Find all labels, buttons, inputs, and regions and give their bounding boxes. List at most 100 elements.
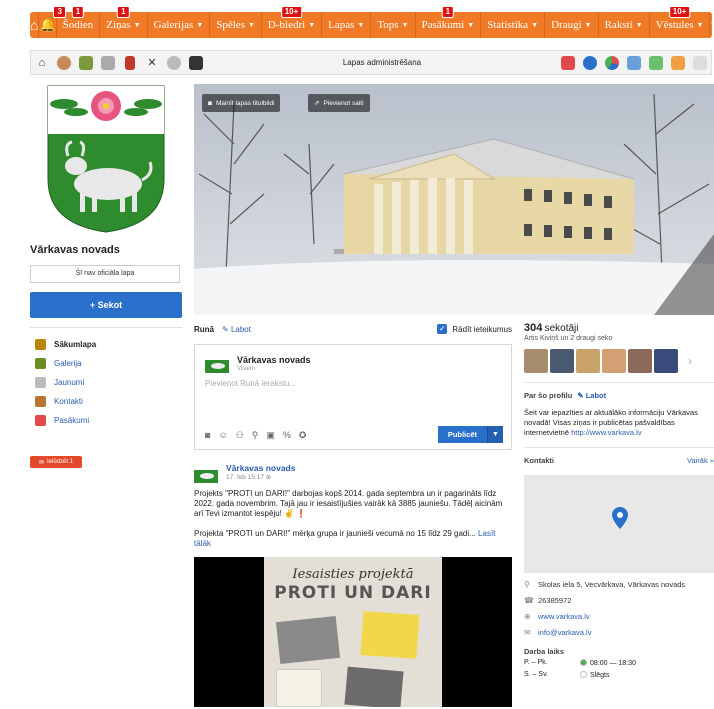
follower-avatar[interactable] <box>628 349 652 373</box>
notifications-bell-icon[interactable]: 🔔 3 <box>39 6 66 38</box>
post-author-name[interactable]: Vārkavas novads <box>226 463 295 473</box>
follower-avatar[interactable] <box>576 349 600 373</box>
poster-photo <box>275 615 341 665</box>
composer-audience[interactable]: Visiem <box>237 366 311 372</box>
post-paragraph-2: Projekta "PROTI un DARI!" mērķa grupa ir… <box>194 529 512 549</box>
post-author-avatar[interactable] <box>194 463 218 483</box>
nav-badge: 1 <box>71 6 85 18</box>
search-icon[interactable]: ⚲ <box>710 12 714 38</box>
nav-item[interactable]: Raksti ▼ <box>599 12 650 38</box>
nav-item[interactable]: Galerijas ▼ <box>148 12 211 38</box>
hours-row: P. – Pk. 08:00 — 18:30 <box>524 659 714 668</box>
nav-item[interactable]: Spēles ▼ <box>210 12 262 38</box>
publish-button[interactable]: Publicēt <box>437 426 487 443</box>
nav-item[interactable]: Statistika ▼ <box>481 12 546 38</box>
post-image[interactable]: Iesaisties projektā PROTI UN DARI <box>194 557 512 707</box>
change-cover-button[interactable]: ◙ Mainīt lapas titulbildi <box>202 94 281 112</box>
poster-note <box>360 611 420 659</box>
side-nav-item[interactable]: Sākumlapa <box>30 335 182 354</box>
image-tool-icon[interactable] <box>623 52 645 74</box>
follower-avatars: › <box>524 349 714 373</box>
runa-edit-link[interactable]: ✎ Labot <box>222 325 251 334</box>
settings-tool-icon[interactable] <box>163 52 185 74</box>
side-nav-item[interactable]: Galerija <box>30 354 182 373</box>
poster-note-2 <box>276 669 322 707</box>
website-row[interactable]: ⊕ www.varkava.lv <box>524 612 714 621</box>
mail-icon: ✉ <box>524 628 531 637</box>
publish-dropdown-icon[interactable]: ▼ <box>487 426 503 443</box>
publish-control: Publicēt ▼ <box>437 426 503 443</box>
nav-item[interactable]: Pasākumi ▼ 1 <box>416 6 482 38</box>
follower-avatar[interactable] <box>654 349 678 373</box>
nav-item[interactable]: Vēstules ▼ 10+ <box>650 6 711 38</box>
about-title: Par šo profilu <box>524 391 573 400</box>
follower-avatar[interactable] <box>524 349 548 373</box>
hours-value: 08:00 — 18:30 <box>580 659 636 668</box>
poster-line-1: Iesaisties projektā <box>292 567 414 582</box>
nav-item[interactable]: D-biedri ▼ 10+ <box>262 6 323 38</box>
news-tool-icon[interactable] <box>97 52 119 74</box>
contacts-more-link[interactable]: Vairāk » <box>687 456 714 465</box>
nav-item[interactable]: Ziņas ▼ 1 <box>100 6 148 38</box>
follower-avatar[interactable] <box>602 349 626 373</box>
chevron-down-icon: ▼ <box>308 21 316 29</box>
camera-icon[interactable]: ◙ <box>205 430 210 441</box>
link-icon[interactable]: % <box>283 430 291 441</box>
about-edit-link[interactable]: ✎ Labot <box>577 391 606 400</box>
globe-icon: ⊕ <box>265 474 272 481</box>
side-nav-icon <box>35 339 46 350</box>
composer-input[interactable]: Pievienot Runā ierakstu... <box>205 379 501 388</box>
follower-avatar[interactable] <box>550 349 574 373</box>
chevron-down-icon: ▼ <box>133 21 141 29</box>
feed-column: Runā ✎ Labot ✓ Rādīt ieteikumus Vārkavas … <box>194 322 512 707</box>
nav-item[interactable]: Lapas ▼ <box>322 12 372 38</box>
tools-icon[interactable]: ✕ <box>141 52 163 74</box>
top-navigation: ⌂ 🔔 3 Šodien 1 Ziņas ▼ 1 Galerijas ▼ Spēles ▼ D-bi… <box>30 6 714 38</box>
side-nav-item[interactable]: Kontakti <box>30 392 182 411</box>
follow-button[interactable]: + Sekot <box>30 292 182 318</box>
invite-label: Ielūdzēt <box>47 459 69 465</box>
followers-header[interactable]: 304 sekotāji <box>524 322 714 334</box>
nav-item-label: Spēles <box>216 19 245 31</box>
side-nav-item[interactable]: Pasākumi <box>30 411 182 430</box>
video-icon[interactable]: ▣ <box>266 430 275 441</box>
invite-button[interactable]: ✉ Ielūdzēt 1 <box>30 456 82 468</box>
calendar-tool-icon[interactable] <box>557 52 579 74</box>
help-tool-icon[interactable] <box>579 52 601 74</box>
nav-item-label: Pasākumi <box>421 19 465 31</box>
nav-item[interactable]: Draugi ▼ <box>545 12 599 38</box>
about-header: Par šo profilu ✎ Labot <box>524 391 714 400</box>
right-column: 304 sekotāji Artis Kiviņš un 2 draugi se… <box>524 322 714 680</box>
unofficial-page-label[interactable]: Šī nav oficiāla lapa <box>30 265 180 283</box>
document-tool-icon[interactable] <box>645 52 667 74</box>
about-website-link[interactable]: http://www.varkava.lv <box>571 428 641 437</box>
show-suggestions-checkbox[interactable]: ✓ Rādīt ieteikumus <box>437 324 512 334</box>
location-map[interactable] <box>524 475 714 573</box>
nav-item-label: D-biedri <box>267 19 306 31</box>
mail-tool-icon[interactable] <box>667 52 689 74</box>
settings-icon[interactable]: ✪ <box>299 430 307 441</box>
chevron-right-icon[interactable]: › <box>688 354 692 368</box>
nav-item-label: Raksti <box>604 19 633 31</box>
followers-count: 304 <box>524 322 543 334</box>
add-link-button[interactable]: ⇗ Pievienot saiti <box>308 94 370 112</box>
emoji-icon[interactable]: ☺ <box>218 430 227 441</box>
avatar-tool-icon[interactable] <box>53 52 75 74</box>
tag-people-icon[interactable]: ⚇ <box>236 430 244 441</box>
change-cover-label: Mainīt lapas titulbildi <box>215 99 275 107</box>
stats-tool-icon[interactable] <box>601 52 623 74</box>
nav-item[interactable]: Šodien 1 <box>57 6 101 38</box>
post-body: Projekts "PROTI un DARI!" darbojas kopš … <box>194 489 512 549</box>
gallery-tool-icon[interactable] <box>75 52 97 74</box>
side-nav-item[interactable]: Jaunumi <box>30 373 182 392</box>
poster-photo-2 <box>344 666 404 707</box>
home-icon[interactable]: ⌂ <box>30 12 40 38</box>
contacts-tool-icon[interactable] <box>119 52 141 74</box>
post-paragraph-2-text: Projekta "PROTI un DARI!" mērķa grupa ir… <box>194 529 476 538</box>
location-pin-icon[interactable]: ⚲ <box>252 430 259 441</box>
email-row[interactable]: ✉ info@varkava.lv <box>524 628 714 637</box>
nav-item[interactable]: Tops ▼ <box>371 12 416 38</box>
envelope-tool-icon[interactable] <box>689 52 711 74</box>
home-tool-icon[interactable]: ⌂ <box>31 52 53 74</box>
video-tool-icon[interactable] <box>185 52 207 74</box>
